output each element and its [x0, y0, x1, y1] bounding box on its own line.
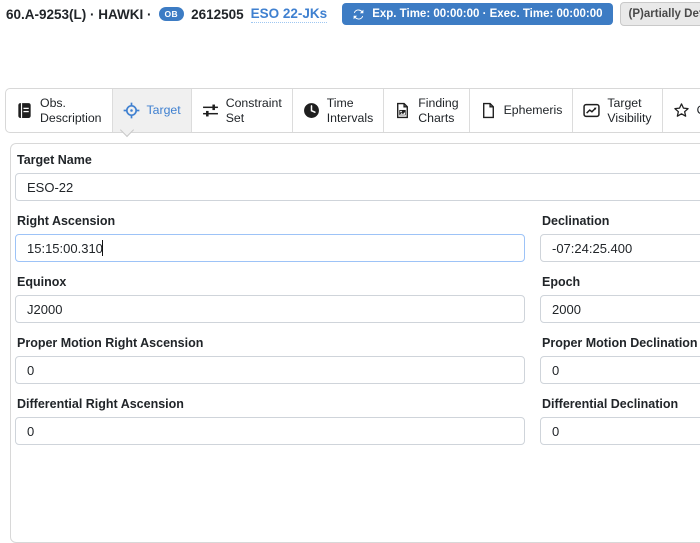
refresh-icon[interactable] [352, 8, 365, 21]
tab-label: ObsPrep [697, 103, 700, 117]
chart-icon [583, 102, 600, 119]
declination-label: Declination [542, 214, 700, 228]
tab-obsprep[interactable]: ObsPrep [663, 89, 700, 132]
star-icon [673, 102, 690, 119]
image-file-icon [394, 102, 411, 119]
proper-motion-ra-label: Proper Motion Right Ascension [17, 336, 525, 350]
right-ascension-label: Right Ascension [17, 214, 525, 228]
tab-constraint-set[interactable]: Constraint Set [192, 89, 293, 132]
proper-motion-dec-label: Proper Motion Declination [542, 336, 700, 350]
tab-ephemeris[interactable]: Ephemeris [470, 89, 574, 132]
execution-time-text: Exp. Time: 00:00:00 · Exec. Time: 00:00:… [372, 6, 602, 22]
crosshair-icon [123, 102, 140, 119]
tab-label: Ephemeris [504, 103, 563, 117]
file-icon [480, 102, 497, 119]
target-name-input[interactable] [15, 173, 700, 201]
proper-motion-dec-input[interactable] [540, 356, 700, 384]
program-instrument-title: 60.A-9253(L) · HAWKI · [6, 7, 152, 22]
proper-motion-ra-input[interactable] [15, 356, 525, 384]
tab-label: Constraint Set [226, 96, 282, 124]
tab-label: Target [147, 103, 181, 117]
ob-name-link[interactable]: ESO 22-JKs [251, 6, 328, 23]
ob-status-badge: (P)artially Defined [620, 2, 700, 26]
tab-finding-charts[interactable]: Finding Charts [384, 89, 469, 132]
differential-dec-label: Differential Declination [542, 397, 700, 411]
ob-tab-bar: Obs. Description Target Constraint Set [5, 88, 700, 133]
tab-label: Finding Charts [418, 96, 458, 124]
differential-ra-input[interactable] [15, 417, 525, 445]
target-form-panel: Target Name Right Ascension Declination … [10, 143, 700, 543]
equinox-label: Equinox [17, 275, 525, 289]
tab-label: Target Visibility [607, 96, 651, 124]
text-caret [102, 240, 103, 256]
epoch-label: Epoch [542, 275, 700, 289]
declination-input[interactable] [540, 234, 700, 262]
ob-type-badge: OB [159, 7, 185, 22]
ob-id: 2612505 [191, 7, 244, 22]
ob-header: 60.A-9253(L) · HAWKI · OB 2612505 ESO 22… [6, 3, 696, 25]
differential-ra-label: Differential Right Ascension [17, 397, 525, 411]
tab-label: Obs. Description [40, 96, 102, 124]
tab-obs-description[interactable]: Obs. Description [6, 89, 113, 132]
right-ascension-input[interactable] [15, 234, 525, 262]
clock-icon [303, 102, 320, 119]
differential-dec-input[interactable] [540, 417, 700, 445]
tab-target-visibility[interactable]: Target Visibility [573, 89, 662, 132]
journal-icon [16, 102, 33, 119]
target-name-label: Target Name [17, 153, 700, 167]
tab-label: Time Intervals [327, 96, 373, 124]
equinox-input[interactable] [15, 295, 525, 323]
execution-time-badge[interactable]: Exp. Time: 00:00:00 · Exec. Time: 00:00:… [342, 3, 612, 25]
epoch-input[interactable] [540, 295, 700, 323]
tab-time-intervals[interactable]: Time Intervals [293, 89, 384, 132]
sliders-icon [202, 102, 219, 119]
